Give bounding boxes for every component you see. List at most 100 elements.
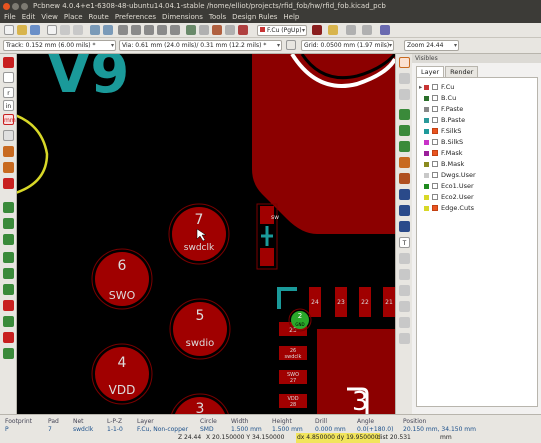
layer-color-swatch[interactable]	[424, 106, 429, 112]
layer-row-edgecuts[interactable]: Edge.Cuts	[419, 203, 474, 213]
layer-visible-checkbox[interactable]	[432, 161, 438, 167]
layer-visible-checkbox[interactable]	[432, 106, 438, 112]
pad-5[interactable]: 5 swdio	[169, 298, 231, 360]
mode-track-icon[interactable]	[238, 25, 248, 35]
open-folder-icon[interactable]	[17, 25, 27, 35]
auto-delete-icon[interactable]	[3, 178, 14, 189]
menu-edit[interactable]: Edit	[22, 13, 36, 21]
layer-visible-checkbox[interactable]	[432, 95, 438, 101]
autoroute-icon[interactable]	[362, 25, 372, 35]
module-ratsnest-icon[interactable]	[3, 162, 14, 173]
layer-visible-checkbox[interactable]	[432, 117, 438, 123]
layer-color-swatch[interactable]	[424, 183, 429, 189]
layer-row-bcu[interactable]: B.Cu	[419, 93, 456, 103]
layer-visible-checkbox[interactable]	[432, 172, 438, 178]
pad-3[interactable]: 3	[170, 393, 230, 414]
menu-view[interactable]: View	[41, 13, 58, 21]
track-width-select[interactable]: Track: 0.152 mm (6.00 mils) * ▾	[3, 40, 116, 51]
add-zone-icon[interactable]	[399, 157, 410, 168]
layer-visible-checkbox[interactable]	[432, 183, 438, 189]
layer-color-swatch[interactable]	[424, 205, 429, 211]
minimize-icon[interactable]	[12, 3, 19, 10]
layer-color-swatch[interactable]	[424, 150, 429, 156]
grid-select[interactable]: Grid: 0.0500 mm (1.97 mils) ▾	[301, 40, 394, 51]
drc-icon[interactable]	[212, 25, 222, 35]
layer-visible-checkbox[interactable]	[432, 150, 438, 156]
layer-visible-checkbox[interactable]	[432, 205, 438, 211]
small-component[interactable]: sw	[256, 203, 279, 270]
via-size-select[interactable]: Via: 0.61 mm (24.0 mils)/ 0.31 mm (12.2 …	[119, 40, 282, 51]
menu-preferences[interactable]: Preferences	[115, 13, 156, 21]
target-icon[interactable]	[399, 269, 410, 280]
menu-file[interactable]: File	[4, 13, 16, 21]
tab-render[interactable]: Render	[445, 66, 479, 77]
zones-outline-icon[interactable]	[3, 218, 14, 229]
footprint-editor-icon[interactable]	[73, 25, 83, 35]
new-board-icon[interactable]	[4, 25, 14, 35]
zoom-out-icon[interactable]	[131, 25, 141, 35]
microwave-icon[interactable]	[3, 332, 14, 343]
close-icon[interactable]	[3, 3, 10, 10]
layer-color-swatch[interactable]	[424, 128, 429, 134]
layer-row-eco1[interactable]: Eco1.User	[419, 181, 474, 191]
via-2[interactable]: 2 GND	[288, 308, 312, 332]
zoom-in-icon[interactable]	[118, 25, 128, 35]
auto-width-icon[interactable]	[286, 40, 296, 50]
layer-visible-checkbox[interactable]	[432, 84, 438, 90]
layer-color-swatch[interactable]	[424, 117, 429, 123]
layer-color-swatch[interactable]	[424, 172, 429, 178]
tab-layer[interactable]: Layer	[416, 66, 445, 77]
add-circle-icon[interactable]	[399, 205, 410, 216]
layer-row-eco2[interactable]: Eco2.User	[419, 192, 474, 202]
highlight-net-icon[interactable]	[399, 73, 410, 84]
layer-visible-checkbox[interactable]	[432, 128, 438, 134]
layer-color-swatch[interactable]	[424, 161, 429, 167]
layer-visible-checkbox[interactable]	[432, 194, 438, 200]
zoom-fit-icon[interactable]	[157, 25, 167, 35]
layer-pair-icon[interactable]	[312, 25, 322, 35]
layer-color-swatch[interactable]	[424, 84, 429, 90]
mode-footprint-icon[interactable]	[225, 25, 235, 35]
web-icon[interactable]	[380, 25, 390, 35]
vias-sketch-icon[interactable]	[3, 268, 14, 279]
select-arrow-icon[interactable]	[399, 57, 410, 68]
layer-color-swatch[interactable]	[424, 194, 429, 200]
layer-row-fpaste[interactable]: F.Paste	[419, 104, 463, 114]
route-track-icon[interactable]	[399, 125, 410, 136]
menu-design-rules[interactable]: Design Rules	[232, 13, 277, 21]
grid-origin-icon[interactable]	[399, 317, 410, 328]
layer-row-fcu[interactable]: ▸ F.Cu	[419, 82, 454, 92]
layer-row-bmask[interactable]: B.Mask	[419, 159, 464, 169]
layer-row-fsilks[interactable]: F.SilkS	[419, 126, 461, 136]
menu-place[interactable]: Place	[64, 13, 83, 21]
menu-route[interactable]: Route	[89, 13, 109, 21]
script-icon[interactable]	[328, 25, 338, 35]
page-settings-icon[interactable]	[47, 25, 57, 35]
delete-icon[interactable]	[399, 285, 410, 296]
menu-tools[interactable]: Tools	[209, 13, 226, 21]
inches-icon[interactable]: in	[3, 100, 14, 111]
find-icon[interactable]	[186, 25, 196, 35]
zoom-select[interactable]: Zoom 24.44 ▾	[404, 40, 459, 51]
layer-row-bsilks[interactable]: B.SilkS	[419, 137, 463, 147]
add-text-icon[interactable]: T	[399, 237, 410, 248]
cursor-shape-icon[interactable]	[3, 130, 14, 141]
add-footprint-icon[interactable]	[399, 109, 410, 120]
menu-help[interactable]: Help	[283, 13, 299, 21]
add-line-icon[interactable]	[399, 189, 410, 200]
add-via-icon[interactable]	[399, 141, 410, 152]
high-contrast-icon[interactable]	[3, 300, 14, 311]
polar-coords-icon[interactable]: r	[3, 87, 14, 98]
zoom-selection-icon[interactable]	[170, 25, 180, 35]
millimeters-icon[interactable]: mm	[3, 114, 16, 125]
local-ratsnest-icon[interactable]	[399, 89, 410, 100]
maximize-icon[interactable]	[21, 3, 28, 10]
layer-select[interactable]: F.Cu (PgUp) ▾	[257, 25, 307, 36]
pad-4[interactable]: 4 VDD	[91, 343, 153, 405]
library-icon[interactable]	[60, 25, 70, 35]
layer-row-dwgs[interactable]: Dwgs.User	[419, 170, 476, 180]
zones-filled-icon[interactable]	[3, 234, 14, 245]
layer-row-fmask[interactable]: F.Mask	[419, 148, 463, 158]
layers-manager-icon[interactable]	[3, 316, 14, 327]
layer-row-bpaste[interactable]: B.Paste	[419, 115, 465, 125]
